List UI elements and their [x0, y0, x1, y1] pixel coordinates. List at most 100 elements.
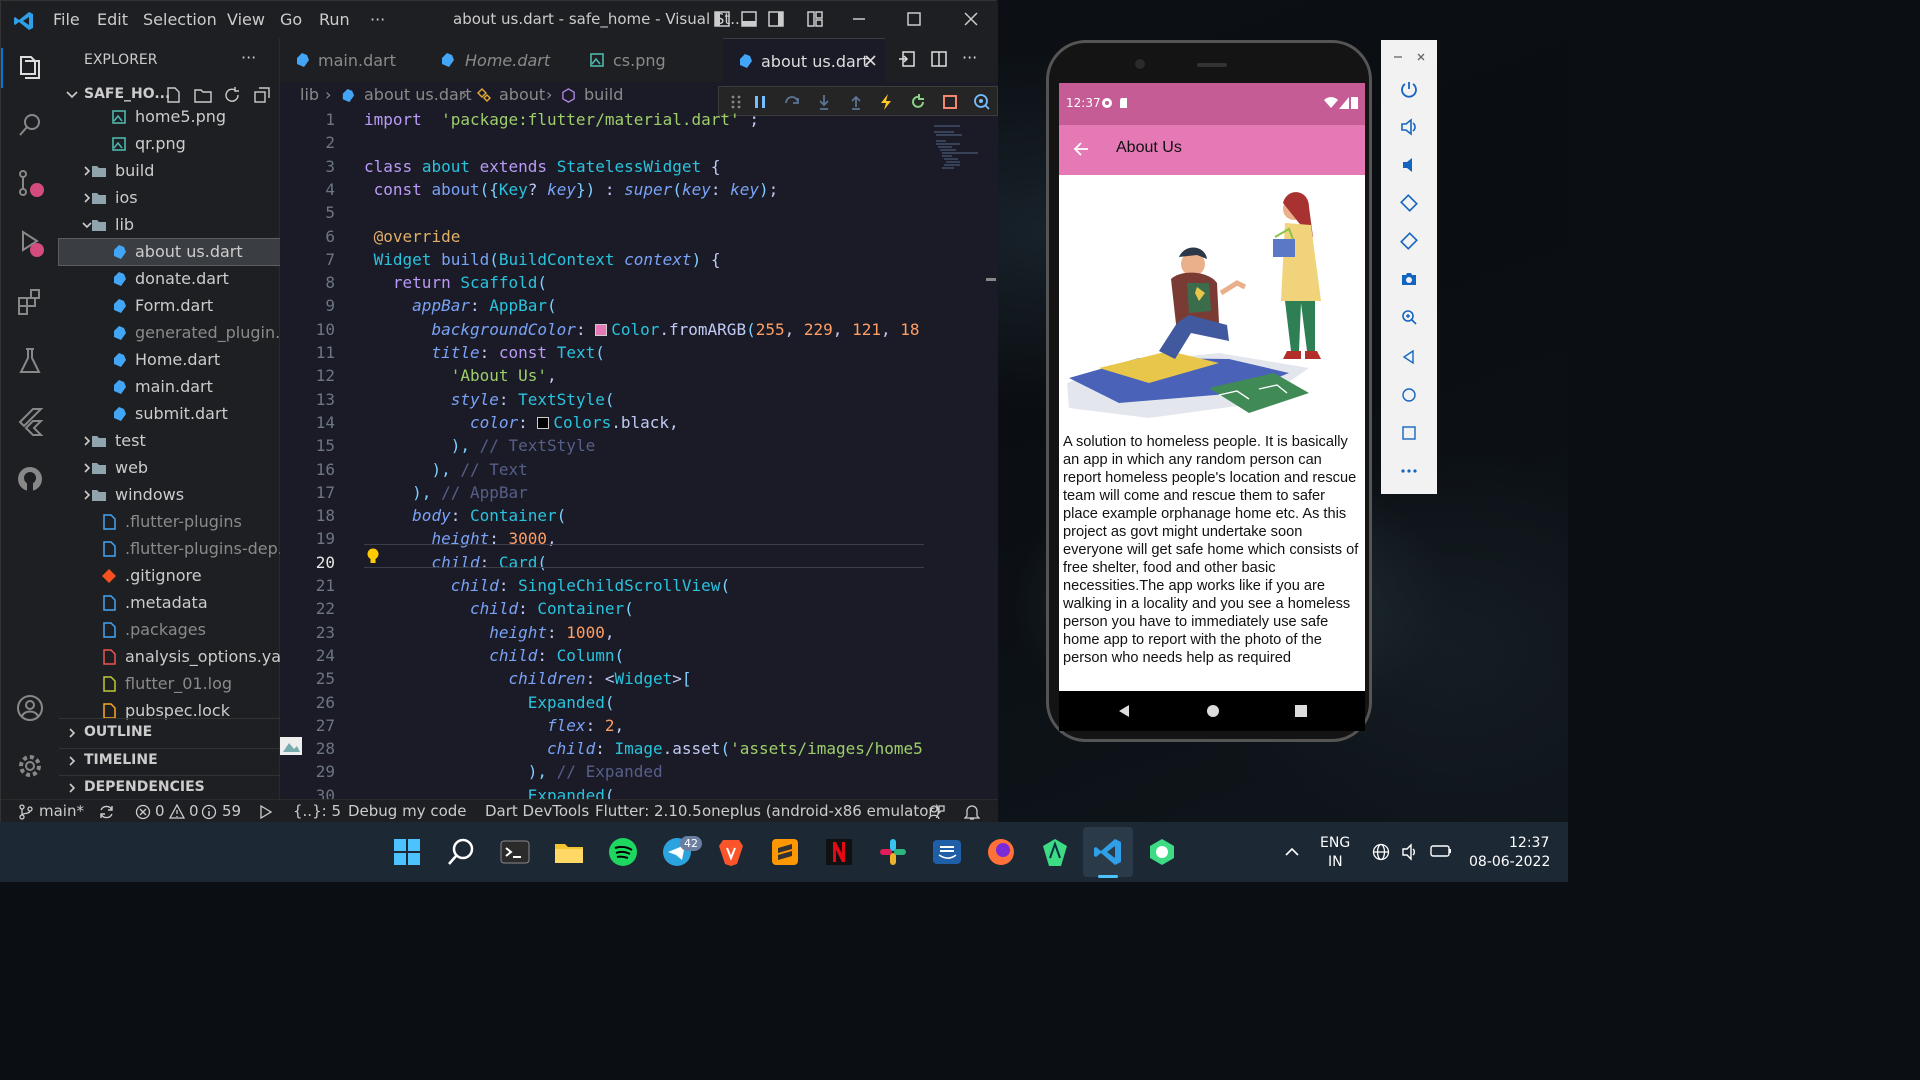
clock-time[interactable]: 12:37	[1509, 835, 1549, 851]
feedback-icon[interactable]	[927, 803, 945, 821]
nav-back-icon[interactable]	[1117, 704, 1131, 718]
clock-date[interactable]: 08-06-2022	[1469, 854, 1550, 870]
tree-item[interactable]: .flutter-plugins	[59, 509, 280, 535]
emulator-more-icon[interactable]	[1400, 462, 1418, 480]
code-line[interactable]: appBar: AppBar(	[364, 296, 557, 315]
prime-video-icon[interactable]	[931, 836, 963, 868]
notifications-bell-icon[interactable]	[964, 803, 980, 821]
tree-item[interactable]: donate.dart	[59, 266, 280, 292]
android-emulator-icon[interactable]	[1146, 836, 1178, 868]
menu-file[interactable]: File	[53, 10, 80, 29]
taskbar-vscode-icon[interactable]	[1092, 836, 1124, 868]
spotify-icon[interactable]	[607, 836, 639, 868]
code-line[interactable]: title: const Text(	[364, 343, 604, 362]
color-swatch[interactable]	[595, 323, 608, 336]
split-editor-icon[interactable]	[930, 50, 948, 68]
minimap[interactable]	[930, 122, 982, 182]
code-line[interactable]: ), // Expanded	[364, 762, 663, 781]
tab-home-dart[interactable]: Home.dart	[425, 38, 565, 82]
emulator-minimize-icon[interactable]	[1393, 52, 1403, 62]
debug-config[interactable]: Debug my code	[348, 802, 467, 820]
code-line[interactable]: ), // AppBar	[364, 483, 528, 502]
dependencies-section[interactable]: DEPENDENCIES	[59, 775, 280, 799]
menu-go[interactable]: Go	[280, 10, 302, 29]
warning-count[interactable]: 0	[189, 802, 199, 820]
settings-gear-icon[interactable]	[15, 751, 45, 781]
code-line[interactable]: children: <Widget>[	[364, 669, 692, 688]
flutter-version[interactable]: Flutter: 2.10.5	[595, 802, 702, 820]
tree-item[interactable]: analysis_options.yaml	[59, 644, 280, 670]
dart-devtools[interactable]: Dart DevTools	[485, 802, 589, 820]
accounts-icon[interactable]	[15, 693, 45, 723]
device-selector[interactable]: oneplus (android-x86 emulator)	[702, 802, 940, 820]
screenshot-camera-icon[interactable]	[1400, 270, 1418, 288]
back-arrow-icon[interactable]	[1073, 141, 1089, 157]
code-line[interactable]: @override	[364, 227, 461, 246]
color-swatch[interactable]	[537, 416, 550, 429]
battery-tray-icon[interactable]	[1430, 844, 1452, 858]
collapse-all-icon[interactable]	[253, 86, 271, 104]
tree-item[interactable]: .metadata	[59, 590, 280, 616]
extensions-icon[interactable]	[15, 286, 45, 316]
code-view[interactable]: 1 import 'package:flutter/material.dart' …	[280, 108, 998, 805]
open-changes-icon[interactable]	[898, 50, 916, 68]
github-icon[interactable]	[15, 464, 45, 494]
code-line[interactable]: return Scaffold(	[364, 273, 547, 292]
breadcrumb-class[interactable]: about	[499, 85, 545, 104]
taskbar-search-icon[interactable]	[445, 836, 477, 868]
run-debug-icon[interactable]	[15, 228, 45, 258]
explorer-more-button[interactable]: ···	[241, 48, 256, 67]
lightbulb-icon[interactable]	[366, 547, 380, 565]
sync-icon[interactable]	[98, 804, 116, 820]
breadcrumb-lib[interactable]: lib	[300, 85, 319, 104]
menu-run[interactable]: Run	[319, 10, 350, 29]
explorer-icon[interactable]	[15, 52, 45, 82]
tree-item[interactable]: flutter_01.log	[59, 671, 280, 697]
tab-main-dart[interactable]: main.dart	[280, 38, 420, 82]
testing-icon[interactable]	[15, 346, 45, 376]
git-branch[interactable]: main*	[39, 802, 84, 820]
toggle-panel-icon[interactable]	[741, 11, 757, 27]
rotate-left-icon[interactable]	[1400, 194, 1418, 212]
file-explorer-icon[interactable]	[553, 836, 585, 868]
code-line[interactable]: 'About Us',	[364, 366, 557, 385]
tree-item[interactable]: windows	[59, 482, 280, 508]
menu-view[interactable]: View	[227, 10, 265, 29]
code-line[interactable]: backgroundColor: Color.fromARGB(255, 229…	[364, 320, 919, 339]
error-count[interactable]: 0	[155, 802, 165, 820]
code-line[interactable]: const about({Key? key}) : super(key: key…	[364, 180, 779, 199]
tree-item[interactable]: .gitignore	[59, 563, 280, 589]
menu-edit[interactable]: Edit	[97, 10, 128, 29]
tree-item[interactable]: Home.dart	[59, 347, 280, 373]
emulator-back-icon[interactable]	[1400, 348, 1418, 366]
breadcrumb-file[interactable]: about us.dart	[364, 85, 472, 104]
code-line[interactable]: import 'package:flutter/material.dart' ;	[364, 110, 759, 129]
code-line[interactable]: Expanded(	[364, 693, 615, 712]
menu-selection[interactable]: Selection	[143, 10, 217, 29]
code-line[interactable]: Widget build(BuildContext context) {	[364, 250, 721, 269]
rotate-right-icon[interactable]	[1400, 232, 1418, 250]
emulator-close-icon[interactable]	[1416, 52, 1426, 62]
tree-item[interactable]: qr.png	[59, 131, 280, 157]
maximize-icon[interactable]	[906, 11, 922, 27]
code-line[interactable]: ), // TextStyle	[364, 436, 596, 455]
tree-item[interactable]: main.dart	[59, 374, 280, 400]
code-line[interactable]: child: Image.asset('assets/images/home5	[364, 739, 923, 758]
tree-item[interactable]: about us.dart	[58, 238, 281, 266]
terminal-icon[interactable]	[499, 836, 531, 868]
outline-section[interactable]: OUTLINE	[59, 721, 280, 745]
search-icon[interactable]	[15, 110, 45, 140]
source-control-icon[interactable]	[15, 168, 45, 198]
code-line[interactable]: class about extends StatelessWidget {	[364, 157, 720, 176]
firefox-icon[interactable]	[985, 836, 1017, 868]
more-actions-button[interactable]: ···	[962, 48, 977, 67]
brave-icon[interactable]	[715, 836, 747, 868]
code-line[interactable]: body: Container(	[364, 506, 566, 525]
tree-item[interactable]: .flutter-plugins-dep...	[59, 536, 280, 562]
timeline-section[interactable]: TIMELINE	[59, 748, 280, 772]
brace-count[interactable]: {..}: 5	[293, 802, 341, 820]
tree-item[interactable]: web	[59, 455, 280, 481]
refresh-icon[interactable]	[223, 86, 241, 104]
speaker-icon[interactable]	[1401, 843, 1419, 861]
tree-item[interactable]: build	[59, 158, 280, 184]
